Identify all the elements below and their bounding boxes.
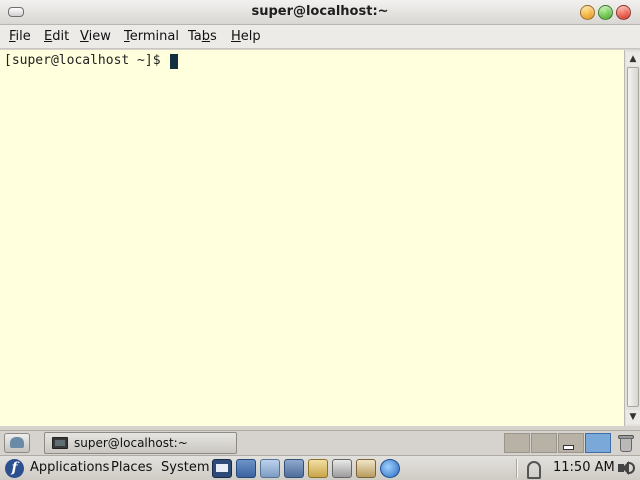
show-desktop-button[interactable] (4, 433, 30, 453)
workspace-3[interactable] (558, 433, 584, 453)
trash-can (620, 438, 632, 452)
scroll-thumb[interactable] (627, 67, 639, 407)
menu-help[interactable]: Help (231, 29, 261, 44)
volume-icon[interactable] (616, 459, 636, 478)
menu-help-label: elp (240, 29, 261, 44)
clock[interactable]: 11:50 AM (553, 460, 615, 475)
disk-launcher-icon[interactable] (356, 459, 376, 478)
tools-launcher-icon[interactable] (332, 459, 352, 478)
workspace-2[interactable] (531, 433, 557, 453)
menu-terminal[interactable]: Terminal (124, 29, 179, 44)
menu-file-label: ile (15, 29, 31, 44)
menu-tabs-label: s (210, 29, 217, 44)
top-panel: f Applications Places System 11:50 AM (0, 455, 640, 480)
screenshot-launcher-icon[interactable] (284, 459, 304, 478)
web-browser-launcher-icon[interactable] (380, 459, 400, 478)
system-menu[interactable]: System (161, 460, 209, 475)
trash-icon[interactable] (617, 433, 635, 453)
applications-menu[interactable]: Applications (30, 460, 109, 475)
show-desktop-icon (10, 437, 24, 448)
menu-edit[interactable]: Edit (44, 29, 69, 44)
menu-file[interactable]: File (9, 29, 31, 44)
maximize-icon[interactable] (598, 5, 613, 20)
taskbar-window-button[interactable]: super@localhost:~ (44, 432, 237, 454)
close-icon[interactable] (616, 5, 631, 20)
menu-terminal-label: erminal (129, 29, 179, 44)
terminal-icon (52, 437, 68, 449)
menu-view[interactable]: View (80, 29, 111, 44)
volume-wave (627, 462, 635, 474)
workspace-window-thumbnail (563, 445, 574, 450)
package-launcher-icon[interactable] (308, 459, 328, 478)
menu-view-mnemonic: V (80, 29, 89, 44)
minimize-icon[interactable] (580, 5, 595, 20)
terminal-area[interactable]: [super@localhost ~]$ (0, 50, 624, 426)
menu-bar: File Edit View Terminal Tabs Help (0, 25, 640, 49)
vertical-scrollbar[interactable]: ▲ ▼ (624, 50, 640, 426)
fedora-logo-icon[interactable]: f (5, 459, 24, 478)
window-titlebar[interactable]: super@localhost:~ (0, 0, 640, 25)
window-list-panel: super@localhost:~ (0, 430, 640, 455)
menu-edit-mnemonic: E (44, 29, 53, 44)
menu-view-label: iew (88, 29, 111, 44)
display-launcher-icon[interactable] (260, 459, 280, 478)
taskbar-window-label: super@localhost:~ (74, 436, 188, 450)
terminal-launcher-icon[interactable] (212, 459, 232, 478)
menu-tabs-mnemonic: b (201, 29, 211, 44)
panel-separator (516, 459, 518, 478)
scroll-up-icon[interactable]: ▲ (626, 52, 640, 66)
shell-prompt: [super@localhost ~]$ (4, 53, 169, 68)
menu-tabs-prefix: Ta (188, 29, 202, 44)
workspace-switcher (504, 433, 612, 454)
network-status-icon[interactable] (524, 459, 544, 479)
workspace-4[interactable] (585, 433, 611, 453)
menu-edit-label: dit (52, 29, 70, 44)
text-cursor (170, 54, 178, 69)
window-title: super@localhost:~ (251, 4, 389, 19)
workspace-1[interactable] (504, 433, 530, 453)
menu-tabs[interactable]: Tabs (188, 29, 217, 44)
scroll-down-icon[interactable]: ▼ (626, 410, 640, 424)
network-config-launcher-icon[interactable] (236, 459, 256, 478)
places-menu[interactable]: Places (111, 460, 152, 475)
menu-help-mnemonic: H (231, 29, 241, 44)
desktop: super@localhost:~ File Edit View Termina… (0, 0, 640, 480)
